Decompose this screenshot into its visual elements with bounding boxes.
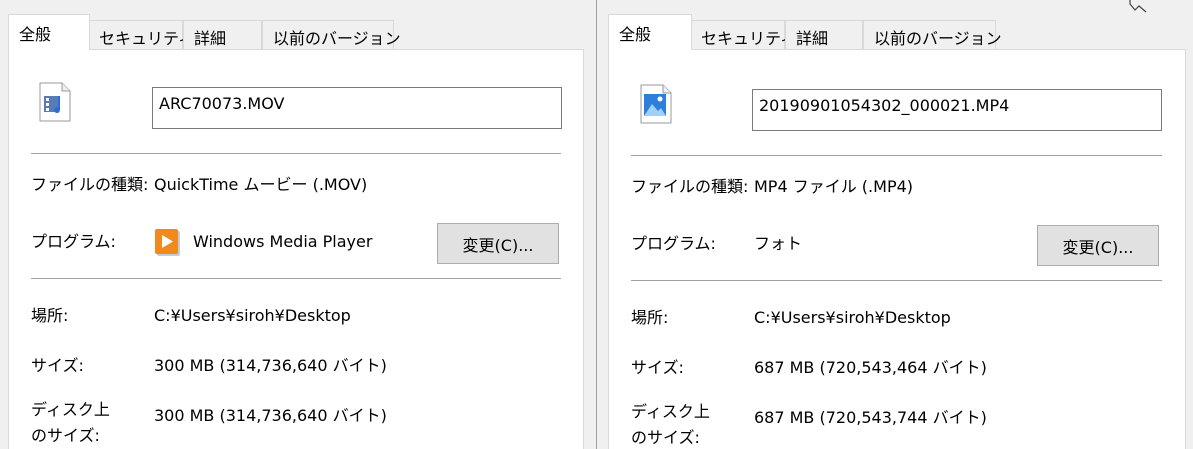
location-value: C:¥Users¥siroh¥Desktop [754,308,951,327]
size-value: 300 MB (314,736,640 バイト) [154,356,387,375]
tab-general[interactable]: 全般 [608,14,692,50]
video-audio-file-icon [39,82,71,122]
divider [31,278,561,279]
disk-size-value: 300 MB (314,736,640 バイト) [154,406,387,425]
divider [31,153,561,154]
size-value: 687 MB (720,543,464 バイト) [754,358,987,377]
file-type-value: QuickTime ムービー (.MOV) [154,175,368,194]
tab-previous-versions[interactable]: 以前のバージョン [863,20,1002,50]
properties-dialog-mov: 全般 セキュリティ 詳細 以前のバージョン ARC70073.MOV ファイルの… [0,0,597,449]
general-panel: ARC70073.MOV ファイルの種類: QuickTime ムービー (.M… [8,49,584,449]
file-type-label: ファイルの種類: [631,177,749,196]
tab-details[interactable]: 詳細 [785,20,863,50]
file-type-value: MP4 ファイル (.MP4) [754,177,914,196]
general-panel: 20190901054302_000021.MP4 ファイルの種類: MP4 フ… [608,49,1186,449]
change-program-button[interactable]: 変更(C)... [437,223,559,264]
filename-field[interactable]: 20190901054302_000021.MP4 [752,89,1162,131]
disk-size-label-line1: ディスク上 [31,400,110,419]
file-type-label: ファイルの種類: [31,175,149,194]
disk-size-label-line2: のサイズ: [31,426,100,445]
location-label: 場所: [631,308,669,327]
tab-details[interactable]: 詳細 [183,20,262,50]
divider [631,155,1162,156]
mouse-cursor-icon [1129,0,1147,13]
windows-media-player-icon [155,229,180,256]
disk-size-value: 687 MB (720,543,744 バイト) [754,408,987,427]
divider [631,280,1162,281]
filename-field[interactable]: ARC70073.MOV [152,87,562,129]
location-label: 場所: [31,306,69,325]
tab-security[interactable]: セキュリティ [690,20,796,50]
properties-dialog-mp4: 全般 セキュリティ 詳細 以前のバージョン 20190901054302_000… [600,0,1193,449]
tab-general[interactable]: 全般 [8,14,90,50]
disk-size-label-line2: のサイズ: [631,428,700,447]
tab-bar: 全般 セキュリティ 詳細 以前のバージョン [8,14,597,50]
tab-security[interactable]: セキュリティ [88,20,194,50]
program-value: フォト [754,234,803,253]
image-file-icon [640,84,672,124]
tab-bar: 全般 セキュリティ 詳細 以前のバージョン [608,14,1193,50]
window-divider [596,0,597,449]
change-program-button[interactable]: 変更(C)... [1037,225,1159,266]
program-value: Windows Media Player [193,232,373,251]
location-value: C:¥Users¥siroh¥Desktop [154,306,351,325]
disk-size-label-line1: ディスク上 [631,402,710,421]
program-label: プログラム: [631,234,716,253]
tab-previous-versions[interactable]: 以前のバージョン [262,20,401,50]
size-label: サイズ: [31,356,84,375]
program-label: プログラム: [31,232,116,251]
size-label: サイズ: [631,358,684,377]
